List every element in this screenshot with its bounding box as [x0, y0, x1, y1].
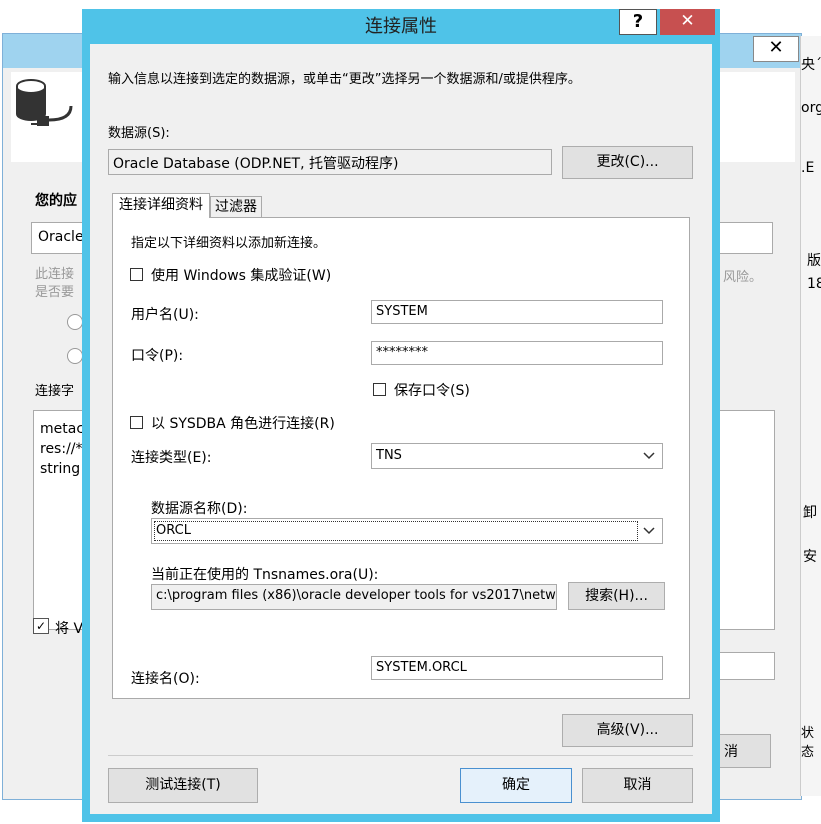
conn-string-line: metac — [40, 421, 85, 437]
advanced-button[interactable]: 高级(V)... — [562, 714, 693, 747]
fragment-text: 状态 — [801, 726, 815, 760]
password-label: 口令(P): — [131, 348, 184, 364]
background-note-line: 此连接 — [35, 267, 75, 282]
close-button[interactable]: ✕ — [660, 9, 715, 35]
windows-auth-label[interactable]: 使用 Windows 集成验证(W) — [151, 265, 331, 285]
datasource-label: 数据源(S): — [108, 126, 170, 141]
fragment-text: 安 — [803, 549, 817, 565]
dialog-client-area: 输入信息以连接到选定的数据源，或单击“更改”选择另一个数据源和/或提供程序。 数… — [90, 44, 712, 814]
fragment-text: .E — [801, 160, 815, 176]
background-conn-string-label: 连接字 — [35, 384, 75, 399]
datasource-name-select[interactable]: ORCL — [151, 518, 663, 544]
test-connection-button[interactable]: 测试连接(T) — [108, 768, 258, 803]
tnsnames-path-field[interactable]: c:\program files (x86)\oracle developer … — [151, 584, 557, 610]
database-plug-icon — [16, 79, 73, 126]
connection-type-select[interactable]: TNS — [371, 443, 663, 469]
datasource-name-label: 数据源名称(D): — [151, 501, 248, 517]
chevron-down-icon — [643, 527, 655, 535]
username-label: 用户名(U): — [131, 307, 199, 323]
background-field[interactable] — [713, 652, 775, 680]
background-radio[interactable] — [67, 314, 83, 330]
datasource-field: Oracle Database (ODP.NET, 托管驱动程序) — [108, 149, 552, 175]
connection-name-label: 连接名(O): — [131, 671, 200, 687]
dialog-intro-text: 输入信息以连接到选定的数据源，或单击“更改”选择另一个数据源和/或提供程序。 — [108, 72, 581, 87]
chevron-down-icon — [643, 452, 655, 460]
connection-details-panel: 指定以下详细资料以添加新连接。 使用 Windows 集成验证(W) 用户名(U… — [112, 217, 690, 699]
save-password-checkbox[interactable] — [373, 383, 386, 396]
fragment-text: 18 — [807, 276, 821, 292]
connection-type-label: 连接类型(E): — [131, 450, 212, 466]
search-button[interactable]: 搜索(H)... — [568, 582, 665, 610]
password-input[interactable]: ******** — [371, 341, 663, 365]
background-close-icon[interactable]: ✕ — [753, 36, 799, 62]
background-question: 您的应 — [35, 193, 77, 209]
fragment-text: 央ˊ — [801, 57, 821, 73]
username-input[interactable]: SYSTEM — [371, 300, 663, 324]
fragment-text: org — [801, 100, 821, 116]
fragment-text: 卸 — [803, 505, 817, 521]
connection-properties-dialog: 连接属性 ? ✕ 输入信息以连接到选定的数据源，或单击“更改”选择另一个数据源和… — [82, 9, 720, 822]
right-edge-window-fragment: 央ˊ org .E 版 18 卸 安 状态 — [800, 36, 821, 796]
background-cancel-button[interactable]: 消 — [713, 734, 771, 768]
sysdba-checkbox[interactable] — [130, 416, 143, 429]
cancel-button[interactable]: 取消 — [582, 768, 693, 803]
change-datasource-button[interactable]: 更改(C)... — [562, 146, 693, 179]
conn-string-line: res://* — [40, 441, 83, 457]
help-button[interactable]: ? — [619, 9, 657, 35]
divider — [108, 755, 693, 756]
background-note: 此连接 是否要 — [35, 266, 74, 302]
panel-intro-text: 指定以下详细资料以添加新连接。 — [131, 236, 327, 251]
background-combo-value: Oracle — [38, 229, 84, 245]
background-conn-string-text: metac res://* string — [40, 419, 84, 479]
connection-type-value: TNS — [376, 448, 402, 463]
background-save-checkbox[interactable]: ✓ — [33, 618, 49, 634]
conn-string-line: string — [40, 461, 81, 477]
tnsnames-label: 当前正在使用的 Tnsnames.ora(U): — [151, 567, 379, 583]
ok-button[interactable]: 确定 — [460, 768, 572, 803]
tab-filters[interactable]: 过滤器 — [210, 196, 262, 218]
background-radio[interactable] — [67, 348, 83, 364]
connection-name-input[interactable]: SYSTEM.ORCL — [371, 656, 663, 680]
background-button-label: 消 — [724, 744, 738, 760]
focus-rectangle — [154, 521, 638, 541]
background-note-right: 风险。 — [723, 270, 763, 285]
tab-connection-details[interactable]: 连接详细资料 — [112, 193, 210, 218]
fragment-text: 版 — [807, 253, 821, 269]
background-save-check-label: 将 V — [55, 621, 84, 637]
background-note-line: 是否要 — [35, 285, 75, 300]
sysdba-label[interactable]: 以 SYSDBA 角色进行连接(R) — [151, 413, 335, 433]
save-password-label[interactable]: 保存口令(S) — [394, 380, 470, 400]
windows-auth-checkbox[interactable] — [130, 268, 143, 281]
datasource-name-value: ORCL — [156, 523, 191, 538]
